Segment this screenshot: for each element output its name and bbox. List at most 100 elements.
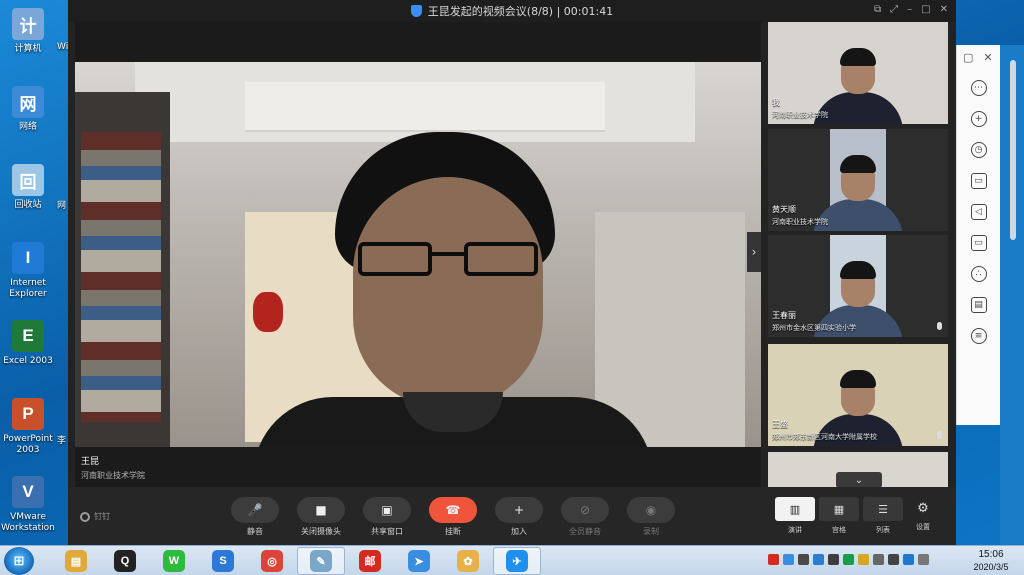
dingtalk-brand: 钉钉 [80,511,110,522]
participant-org: 郑州市金水区第四实验小学 [772,324,856,332]
tray-icon[interactable] [858,554,869,565]
collapse-participants-button[interactable]: › [747,232,761,272]
desktop-icon[interactable]: V VMware Workstation [0,472,56,550]
add-member-icon[interactable]: + [970,111,987,127]
desktop-icon[interactable]: I Internet Explorer [0,238,56,316]
toolbar-button[interactable]: ■ 关闭摄像头 [288,497,354,537]
clock[interactable]: 15:06 2020/3/5 [962,549,1020,572]
desktop-icon[interactable]: E Excel 2003 [0,316,56,394]
tray-icon[interactable] [798,554,809,565]
vmware-icon: V [12,476,44,508]
speaker-layout-icon: ▥ [775,497,815,521]
toolbar-button[interactable]: ☎ 挂断 [420,497,486,537]
participant-tile[interactable]: 我河南职业技术学院 [768,22,948,124]
tray-icon[interactable] [918,554,929,565]
computer-icon: 计 [12,8,44,40]
close-icon[interactable]: ✕ [940,4,948,15]
tray-icon[interactable] [843,554,854,565]
history-icon[interactable]: ◷ [970,142,987,158]
scrollbar[interactable] [1010,60,1016,240]
taskbar-app[interactable]: S [199,547,247,575]
toolbar-button[interactable]: + 加入 [486,497,552,537]
minimize-icon[interactable]: – [907,4,912,15]
layout-button[interactable]: ▦ 宫格 [818,497,860,535]
toolbar-button-label: 静音 [247,527,263,536]
layout-button[interactable]: ▥ 演讲 [774,497,816,535]
group-icon[interactable]: ∴ [970,266,987,282]
folder-icon[interactable]: ▭ [970,173,987,189]
toolbar-button[interactable]: 🎤 静音 [222,497,288,537]
start-button[interactable]: ⊞ [4,547,34,575]
chat-side-panel: ▢ ✕ ⋯ + ◷ ▭ ◁ ▭ ∴ ▤ ≡ [956,45,1000,425]
tray-icon[interactable] [828,554,839,565]
close-icon[interactable]: ✕ [983,51,992,64]
participant-tile[interactable]: 王盛 郑州市郑东新区河南大学附属学校 [768,344,948,446]
powerpoint-icon: P [12,398,44,430]
layout-button-label: 演讲 [788,526,802,534]
tray-icon[interactable] [783,554,794,565]
tray-icon[interactable] [888,554,899,565]
participant-hair [840,370,876,388]
taskbar-app[interactable]: ➤ [395,547,443,575]
layout-button[interactable]: ☰ 列表 [862,497,904,535]
scroll-down-button[interactable]: ⌄ [836,472,882,487]
microphone-icon [937,322,942,330]
excel-icon: E [12,320,44,352]
video-feed [75,62,761,447]
participant-hair [840,261,876,279]
participant-video [768,22,948,124]
popout-icon[interactable]: ⧉ [874,4,881,15]
toolbar-button-label: 挂断 [445,527,461,536]
participant-video [813,235,903,337]
tray-icon[interactable] [873,554,884,565]
toolbar-button[interactable]: ▣ 共享窗口 [354,497,420,537]
more-icon[interactable]: ⋯ [970,80,987,96]
main-speaker-video[interactable]: 王昆 河南职业技术学院 [75,22,761,487]
desktop-icon-label: Excel 2003 [3,356,53,366]
taskbar-app[interactable]: Q [101,547,149,575]
desktop-icon[interactable]: 网网络 [0,82,56,160]
taskbar-app[interactable]: ✎ [297,547,345,575]
maximize-icon[interactable]: □ [921,4,930,15]
gear-icon: ⚙ [917,501,929,516]
tray-icon[interactable] [813,554,824,565]
desktop-icon-label: 回收站 [14,200,42,210]
dingtalk-logo-icon [80,511,90,522]
clock-time: 15:06 [978,549,1004,560]
taskbar-app[interactable]: ◎ [248,547,296,575]
paint-icon: ✿ [457,550,479,572]
fullscreen-icon[interactable]: ⤢ [890,4,898,15]
toolbar-button-label: 全员静音 [569,527,601,536]
settings-button[interactable]: ⚙ 设置 [916,501,930,532]
mail-app-icon: 邮 [359,550,381,572]
list-layout-icon: ☰ [863,497,903,521]
microphone-icon: 🎤 [231,497,279,523]
tray-icon[interactable] [903,554,914,565]
internet-explorer-icon: I [12,242,44,274]
taskbar-app[interactable]: W [150,547,198,575]
taskbar-app[interactable]: 邮 [346,547,394,575]
restore-icon[interactable]: ▢ [963,51,973,64]
live-tv-icon[interactable]: ▭ [970,235,987,251]
participant-tile[interactable]: 黄天顺 河南职业技术学院 [768,129,948,231]
participant-tile[interactable]: 王春丽 郑州市金水区第四实验小学 [768,235,948,337]
title-bar: 王昆发起的视频会议(8/8) | 00:01:41 ⧉ ⤢ – □ ✕ [68,0,956,22]
notebook-icon[interactable]: ▤ [970,297,987,313]
network-icon: 网 [12,86,44,118]
desktop-icon[interactable]: 回回收站 [0,160,56,238]
taskbar-app[interactable]: ✈ [493,547,541,575]
file-explorer-icon: ▤ [65,550,87,572]
taskbar-app[interactable]: ✿ [444,547,492,575]
desktop-icon[interactable]: 计计算机 [0,4,56,82]
clock-date: 2020/3/5 [973,562,1009,572]
participant-name: 黄天顺 [772,205,796,214]
stack-icon[interactable]: ≡ [970,328,987,344]
announcement-icon[interactable]: ◁ [970,204,987,220]
desktop-icon[interactable]: P PowerPoint 2003 [0,394,56,472]
tray-icon[interactable] [768,554,779,565]
toolbar-button: ◉ 录制 [618,497,684,537]
desktop-icon-label: 计算机 [14,44,42,54]
speaker-org: 河南职业技术学院 [81,471,145,480]
taskbar-app[interactable]: ▤ [52,547,100,575]
participant-hair [840,48,876,66]
